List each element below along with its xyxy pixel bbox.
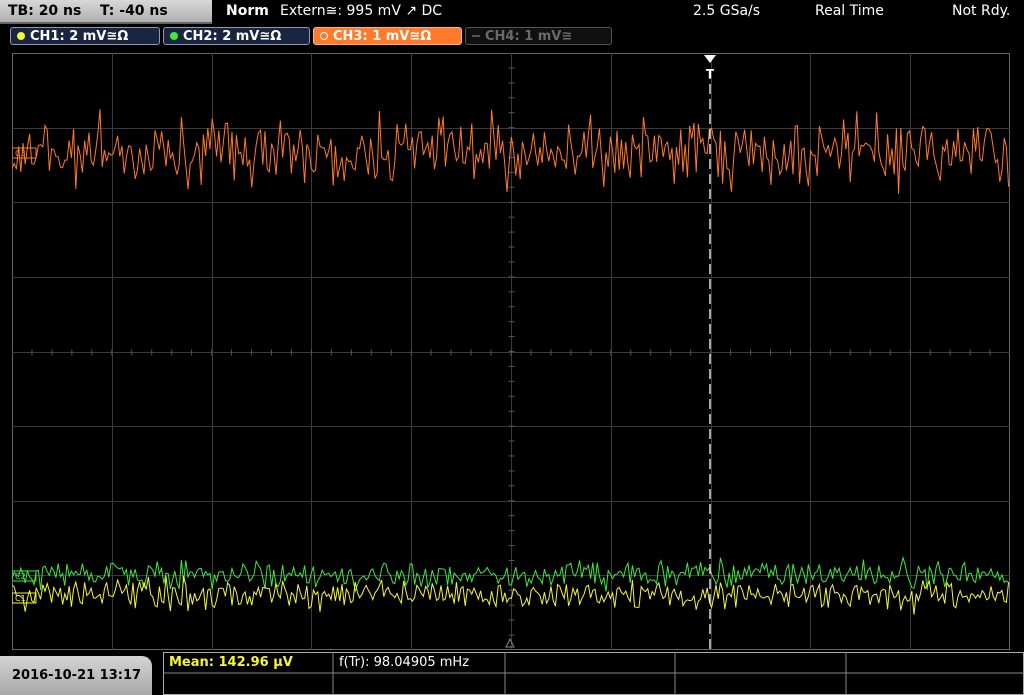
status-bar: TB: 20 ns T: -40 ns Norm Extern≅: 995 mV… [0,0,1024,24]
ch2-waveform [11,555,1009,593]
trigger-mode[interactable]: Norm [226,3,269,19]
horizontal-reference-icon [505,637,515,648]
channel-3-button[interactable]: CH3: 1 mV≅Ω [313,27,462,45]
ch1-waveform [11,575,1010,615]
ch3-waveform [11,109,1010,194]
acquisition-mode[interactable]: Real Time [815,3,884,19]
channel-3-label: CH3: 1 mV≅Ω [333,29,432,44]
frequency-measurement[interactable]: f(Tr): 98.04905 mHz [339,655,469,670]
ch3-marker-label: C3 [15,149,26,158]
acquisition-status: Not Rdy. [952,3,1011,19]
channel-4-button[interactable]: CH4: 1 mV≅ [465,27,612,45]
ch2-marker-label: C2 [15,572,26,581]
ch4-indicator-icon [472,34,480,37]
trigger-source[interactable]: Extern≅: 995 mV ↗ DC [280,3,442,19]
mean-measurement[interactable]: Mean: 142.96 µV [169,655,293,670]
footer-bar: 2016-10-21 13:17 Mean: 142.96 µV f(Tr): … [0,652,1024,695]
timebase-value: TB: 20 ns [8,3,82,19]
measurement-table[interactable]: Mean: 142.96 µV f(Tr): 98.04905 mHz [163,652,1024,695]
channel-1-label: CH1: 2 mV≅Ω [30,29,129,44]
ch1-marker-label: C1 [15,594,26,603]
waveform-canvas: T C3 C2 C1 [11,52,1010,650]
trigger-marker-label: T [706,67,715,81]
channel-4-label: CH4: 1 mV≅ [485,29,573,44]
ch3-indicator-icon [320,31,328,40]
ch3-offset-marker[interactable]: C3 [11,147,37,159]
datetime-label: 2016-10-21 13:17 [12,668,142,683]
channel-2-label: CH2: 2 mV≅Ω [183,29,282,44]
channel-2-button[interactable]: CH2: 2 mV≅Ω [163,27,310,45]
datetime-panel: 2016-10-21 13:17 [0,656,152,695]
channel-bar: CH1: 2 mV≅Ω CH2: 2 mV≅Ω CH3: 1 mV≅Ω CH4:… [0,26,1024,48]
timebase-panel[interactable]: TB: 20 ns T: -40 ns [0,0,212,24]
trigger-position-icon[interactable] [704,55,716,63]
ch2-indicator-icon [170,31,178,40]
waveform-display[interactable]: T C3 C2 C1 [11,52,1010,650]
channel-1-button[interactable]: CH1: 2 mV≅Ω [10,27,160,45]
sample-rate[interactable]: 2.5 GSa/s [693,3,760,19]
ch1-indicator-icon [17,31,25,40]
trigger-time-value: T: -40 ns [100,3,168,19]
